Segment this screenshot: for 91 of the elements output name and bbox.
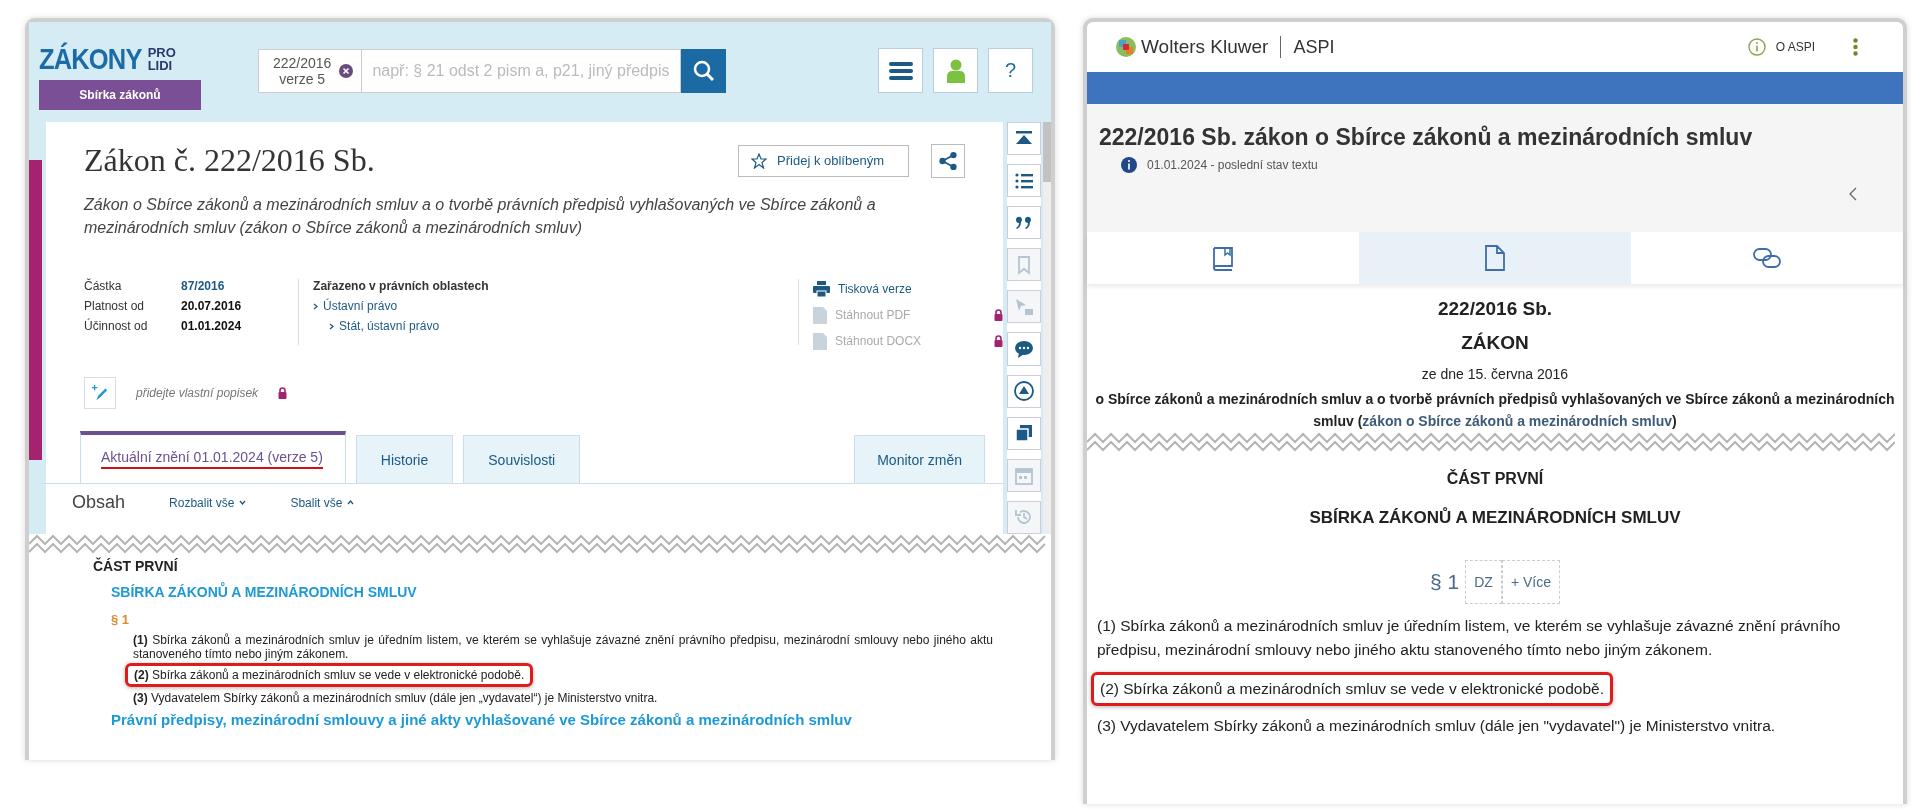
document-title: 222/2016 Sb. zákon o Sbírce zákonů a mezinárodních smluv (1099, 124, 1754, 151)
law-date: ze dne 15. června 2016 (1421, 366, 1569, 382)
menu-button[interactable] (878, 48, 923, 93)
chip-text: 222/2016 (273, 55, 332, 71)
file-icon (813, 332, 827, 350)
chevron-left-icon[interactable] (1849, 187, 1857, 201)
caret-icon (313, 302, 319, 310)
law-title: Zákon č. 222/2016 Sb. (84, 142, 375, 179)
law-subtitle: o Sbírce zákonů a mezinárodních smluv a o tvorbě právních předpisů vyhlašovaných ve Sbírce zákonů a mezinárodních smluv (zákon o Sbírce zákonů a mezinárodních smluv) (1095, 390, 1895, 431)
meta-label: Platnost od (84, 299, 146, 313)
favorite-button[interactable]: Přidej k oblíbeným (738, 144, 909, 177)
part-heading: ČÁST PRVNÍ (1446, 470, 1544, 488)
add-label-button[interactable] (84, 377, 116, 409)
link-icon (1752, 247, 1782, 269)
search-button[interactable] (681, 49, 727, 93)
meta-label: Účinnost od (84, 319, 149, 333)
paragraph-mark: § 1 (1430, 570, 1460, 594)
chevron-up-icon (347, 500, 355, 505)
section-action-button[interactable]: DZ (1465, 560, 1502, 604)
tab[interactable]: Aktuální znění 01.01.2024 (verze 5) (80, 431, 346, 483)
scrollbar-thumb[interactable] (1043, 122, 1051, 182)
collection-label: Sbírka zákonů (39, 80, 201, 110)
status-text: 01.01.2024 - poslední stav textu (1147, 158, 1318, 172)
law-paragraph: (2) Sbírka zákonů a mezinárodních smluv se vede v elektronické podobě. (1091, 672, 1613, 706)
logo-icon (1115, 36, 1137, 58)
expand-all-link[interactable]: Rozbalit vše (169, 495, 235, 510)
collapse-all-link[interactable]: Sbalit vše (290, 495, 343, 510)
areas-heading: Zařazeno v právních oblastech (313, 279, 490, 293)
comment-icon (1013, 338, 1035, 360)
tab[interactable]: Souvislosti (463, 435, 581, 483)
tool-button[interactable] (1007, 122, 1041, 156)
about-link[interactable]: O ASPI (1775, 40, 1815, 54)
search-field[interactable]: např: § 21 odst 2 pism a, p21, jiný předpis (362, 49, 682, 93)
printer-icon (813, 281, 830, 297)
meta-value: 20.07.2016 (181, 299, 242, 313)
caret-icon (329, 322, 335, 330)
law-paragraph: (1) Sbírka zákonů a mezinárodních smluv je úředním listem, ve kterém se vyhlašuje závazné znění právního předpisu, mezinárodní smlouvy nebo jiného aktu stanoveného tímto nebo jiným zákonem. (1097, 616, 1842, 660)
help-button[interactable]: ? (988, 48, 1033, 93)
meta-value[interactable]: 87/2016 (181, 279, 225, 293)
section-action-button[interactable]: + Více (1501, 560, 1560, 604)
tool-button[interactable] (1007, 374, 1041, 408)
tool-button[interactable] (1007, 416, 1041, 450)
tool-button[interactable] (1007, 332, 1041, 366)
section-heading: Právní předpisy, mezinárodní smlouvy a jiné akty vyhlašované ve Sbírce zákonů a mezinárodních smluv (111, 711, 853, 728)
law-paragraph: (2) Sbírka zákonů a mezinárodních smluv se vede v elektronické podobě. (125, 663, 534, 687)
menu-icon (888, 60, 913, 81)
share-button[interactable] (931, 143, 965, 178)
info-icon (1121, 157, 1137, 173)
law-subtitle: Zákon o Sbírce zákonů a mezinárodních smluv a o tvorbě právních předpisů vyhlašovaných ve Sbírce zákonů a mezinárodních smluv (zákon o Sbírce zákonů a mezinárodních smluv) (84, 195, 877, 238)
short-title-link[interactable]: zákon o Sbírce zákonů a mezinárodních smluv (1362, 413, 1672, 429)
section-heading: SBÍRKA ZÁKONŮ A MEZINÁRODNÍCH SMLUV (111, 584, 418, 600)
tab[interactable]: Monitor změn (854, 435, 985, 483)
document-icon (1484, 245, 1506, 271)
download-link[interactable]: Tisková verze (838, 282, 1003, 296)
logo-word: LIDI (147, 59, 174, 72)
law-paragraph: (3) Vydavatelem Sbírky zákonů a mezinárodních smluv (dále jen „vydavatel“) je Ministerstvo vnitra. (133, 691, 659, 705)
area-link[interactable]: Stát, ústavní právo (339, 319, 440, 333)
law-number: 222/2016 Sb. (1437, 298, 1553, 320)
star-icon (751, 152, 768, 169)
meta-label: Částka (84, 279, 123, 293)
lock-icon (994, 309, 1003, 321)
law-paragraph: (3) Vydavatelem Sbírky zákonů a mezinárodních smluv (dále jen "vydavatel") je Ministerstvo vnitra. (1097, 716, 1777, 736)
chevron-down-icon (239, 500, 247, 505)
contents-title: Obsah (72, 492, 126, 513)
tool-button[interactable] (1007, 164, 1041, 198)
custom-label-placeholder[interactable]: přidejte vlastní popisek (136, 386, 259, 400)
law-paragraph: (1) Sbírka zákonů a mezinárodních smluv je úředním listem, ve kterém se vyhlašuje závazné znění právního předpisu, mezinárodní smlouvy nebo jiného aktu stanoveného tímto nebo jiným zákonem. (133, 633, 993, 661)
search-chip[interactable]: 222/2016 verze 5 (258, 49, 363, 93)
tab[interactable]: Historie (355, 435, 454, 483)
section-heading: SBÍRKA ZÁKONŮ A MEZINÁRODNÍCH SMLUV (1309, 508, 1681, 528)
logo-word: ZÁKONY (39, 42, 142, 76)
share-icon (938, 149, 958, 172)
book-icon (1210, 245, 1236, 271)
paragraph-mark: § 1 (111, 612, 131, 627)
law-type: ZÁKON (1461, 332, 1529, 354)
search-icon (692, 60, 715, 82)
lock-icon (994, 335, 1003, 347)
clear-icon[interactable] (339, 64, 354, 78)
user-icon (945, 58, 966, 83)
chip-text: verze 5 (278, 71, 327, 87)
logo-word: PRO (147, 46, 176, 59)
part-heading: ČÁST PRVNÍ (93, 558, 179, 574)
file-icon (813, 306, 827, 324)
product-name: ASPI (1293, 36, 1335, 58)
brand-name: Wolters Kluwer (1141, 36, 1269, 58)
meta-value: 01.01.2024 (181, 319, 242, 333)
tool-button[interactable] (1007, 206, 1041, 240)
more-icon[interactable] (1853, 38, 1858, 56)
info-icon (1747, 38, 1766, 56)
lock-icon (278, 387, 288, 399)
area-link[interactable]: Ústavní právo (323, 299, 398, 313)
